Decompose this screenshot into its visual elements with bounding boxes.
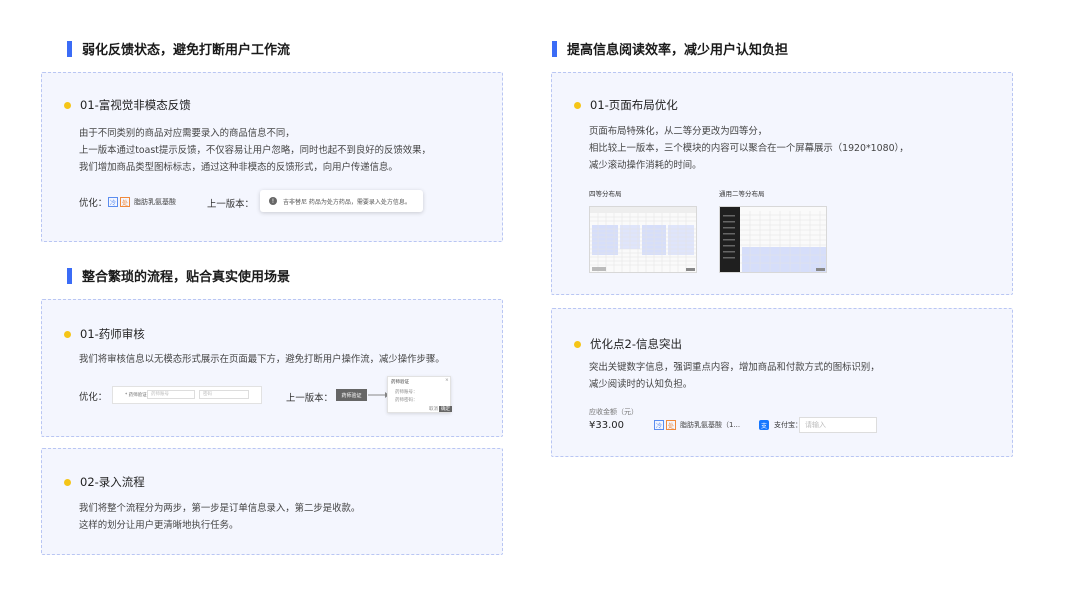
verify-dialog: 药师验证 × 药师账号： 药师密码： 取消 确定 — [387, 376, 452, 413]
description-line: 突出关键数字信息，强调重点内容，增加商品和付款方式的图标识别， — [589, 362, 880, 373]
dual-layout-mockup — [720, 207, 826, 272]
section-title-weaken-feedback: 弱化反馈状态，避免打断用户工作流 — [67, 39, 290, 58]
card-layout-optimization: 01-页面布局优化 页面布局特殊化，从二等分更改为四等分， 相比较上一版本，三个… — [551, 72, 1013, 295]
drug-name: 脂肪乳氨基酸（1... — [680, 421, 741, 429]
accent-bar — [67, 40, 72, 57]
description-line: 我们将审核信息以无模态形式展示在页面最下方，避免打断用户操作流，减少操作步骤。 — [79, 354, 445, 365]
quad-layout-caption: 四等分布局 — [589, 190, 622, 198]
card-header: 02-录入流程 — [64, 474, 145, 490]
bullet-dot — [64, 478, 71, 486]
dual-layout-caption: 通用二等分布局 — [719, 190, 765, 198]
close-icon: × — [445, 378, 449, 383]
card-description: 突出关键数字信息，强调重点内容，增加商品和付款方式的图标识别， 减少阅读时的认知… — [589, 359, 880, 393]
description-line: 由于不同类别的商品对应需要录入的商品信息不同， — [79, 128, 295, 139]
description-line: 我们将整个流程分为两步，第一步是订单信息录入，第二步是收款。 — [79, 503, 361, 514]
card-pharmacist-review: 01-药师审核 我们将审核信息以无模态形式展示在页面最下方，避免打断用户操作流，… — [41, 299, 503, 437]
alipay-text: 支付宝： — [774, 421, 802, 429]
prescription-icon: 处 — [120, 197, 130, 207]
dialog-row-label: 药师账号： — [395, 390, 418, 395]
toast-text: 吉非替尼 药品为处方药品，需要录入处方信息。 — [283, 198, 411, 206]
description-line: 我们增加商品类型图标标志，通过这种非模态的反馈形式，向用户传递信息。 — [79, 162, 398, 173]
accent-bar — [552, 40, 557, 57]
card-info-highlight: 优化点2-信息突出 突出关键数字信息，强调重点内容，增加商品和付款方式的图标识别… — [551, 308, 1013, 457]
section-title-text: 弱化反馈状态，避免打断用户工作流 — [82, 43, 291, 58]
dialog-title: 药师验证 — [391, 380, 409, 385]
amount-receivable-value: ¥33.00 — [589, 420, 624, 431]
accent-bar — [67, 267, 72, 284]
section-title-reading-efficiency: 提高信息阅读效率，减少用户认知负担 — [552, 39, 788, 58]
quad-layout-screenshot — [589, 206, 697, 273]
dual-layout-screenshot — [719, 206, 827, 273]
optimize-label: 优化： — [79, 198, 108, 209]
description-line: 上一版本通过toast提示反馈，不仅容易让用户忽略，同时也起不到良好的反馈效果， — [79, 145, 431, 156]
drug-type-tag: 冷 处 脂肪乳氨基酸 — [108, 197, 176, 207]
card-description: 我们将整个流程分为两步，第一步是订单信息录入，第二步是收款。 这样的划分让用户更… — [79, 500, 360, 534]
card-entry-flow: 02-录入流程 我们将整个流程分为两步，第一步是订单信息录入，第二步是收款。 这… — [41, 448, 503, 555]
cold-chain-icon: 冷 — [108, 197, 118, 207]
arrow-right-icon — [368, 392, 389, 398]
description-line: 相比较上一版本，三个模块的内容可以聚合在一个屏幕展示（1920*1080）， — [589, 143, 909, 154]
dialog-ok-button: 确定 — [439, 406, 452, 412]
previous-version-label: 上一版本： — [207, 199, 254, 210]
drug-type-tag: 冷 处 脂肪乳氨基酸（1... — [654, 420, 740, 430]
quad-layout-mockup — [590, 207, 696, 272]
pharmacist-account-field: 药师账号 — [147, 390, 195, 399]
description-line: 减少阅读时的认知负担。 — [589, 379, 693, 390]
section-title-integrate-flow: 整合繁琐的流程，贴合真实使用场景 — [67, 266, 290, 285]
prescription-icon: 处 — [666, 420, 676, 430]
previous-version-label: 上一版本： — [286, 393, 333, 404]
cold-chain-icon: 冷 — [654, 420, 664, 430]
card-description: 我们将审核信息以无模态形式展示在页面最下方，避免打断用户操作流，减少操作步骤。 — [79, 351, 445, 368]
bullet-dot — [64, 101, 71, 109]
section-title-text: 整合繁琐的流程，贴合真实使用场景 — [82, 270, 291, 285]
description-line: 减少滚动操作消耗的时间。 — [589, 160, 702, 171]
pharmacist-verify-button: 药师验证 — [336, 389, 367, 401]
info-icon: ! — [269, 197, 277, 205]
alipay-input[interactable]: 请输入 — [799, 417, 877, 433]
card-description: 由于不同类别的商品对应需要录入的商品信息不同， 上一版本通过toast提示反馈，… — [79, 125, 431, 176]
card-title: 01-富视觉非模态反馈 — [80, 98, 191, 112]
pharmacist-password-field: 密码 — [199, 390, 249, 399]
section-title-text: 提高信息阅读效率，减少用户认知负担 — [567, 43, 789, 58]
card-title: 02-录入流程 — [80, 475, 145, 489]
card-title: 01-页面布局优化 — [590, 98, 678, 112]
amount-receivable-label: 应收金额（元） — [589, 408, 638, 416]
card-header: 01-富视觉非模态反馈 — [64, 97, 191, 113]
card-title: 01-药师审核 — [80, 327, 145, 341]
card-header: 01-药师审核 — [64, 326, 145, 342]
card-description: 页面布局特殊化，从二等分更改为四等分， 相比较上一版本，三个模块的内容可以聚合在… — [589, 123, 909, 174]
description-line: 页面布局特殊化，从二等分更改为四等分， — [589, 126, 768, 137]
optimize-label: 优化： — [79, 392, 108, 403]
card-header: 优化点2-信息突出 — [574, 336, 682, 352]
card-title: 优化点2-信息突出 — [590, 337, 682, 351]
description-line: 这样的划分让用户更清晰地执行任务。 — [79, 520, 239, 531]
dialog-row-label: 药师密码： — [395, 398, 418, 403]
card-header: 01-页面布局优化 — [574, 97, 678, 113]
inline-review-preview: * 药师验证： 药师账号 密码 — [112, 386, 262, 404]
toast-message: ! 吉非替尼 药品为处方药品，需要录入处方信息。 — [260, 190, 423, 212]
bullet-dot — [64, 330, 71, 338]
drug-name: 脂肪乳氨基酸 — [134, 198, 176, 206]
bullet-dot — [574, 101, 581, 109]
bullet-dot — [574, 340, 581, 348]
alipay-icon: 支 — [759, 420, 769, 430]
dialog-cancel-button: 取消 — [429, 407, 438, 412]
alipay-label: 支 支付宝： — [759, 420, 802, 430]
card-visual-feedback: 01-富视觉非模态反馈 由于不同类别的商品对应需要录入的商品信息不同， 上一版本… — [41, 72, 503, 242]
